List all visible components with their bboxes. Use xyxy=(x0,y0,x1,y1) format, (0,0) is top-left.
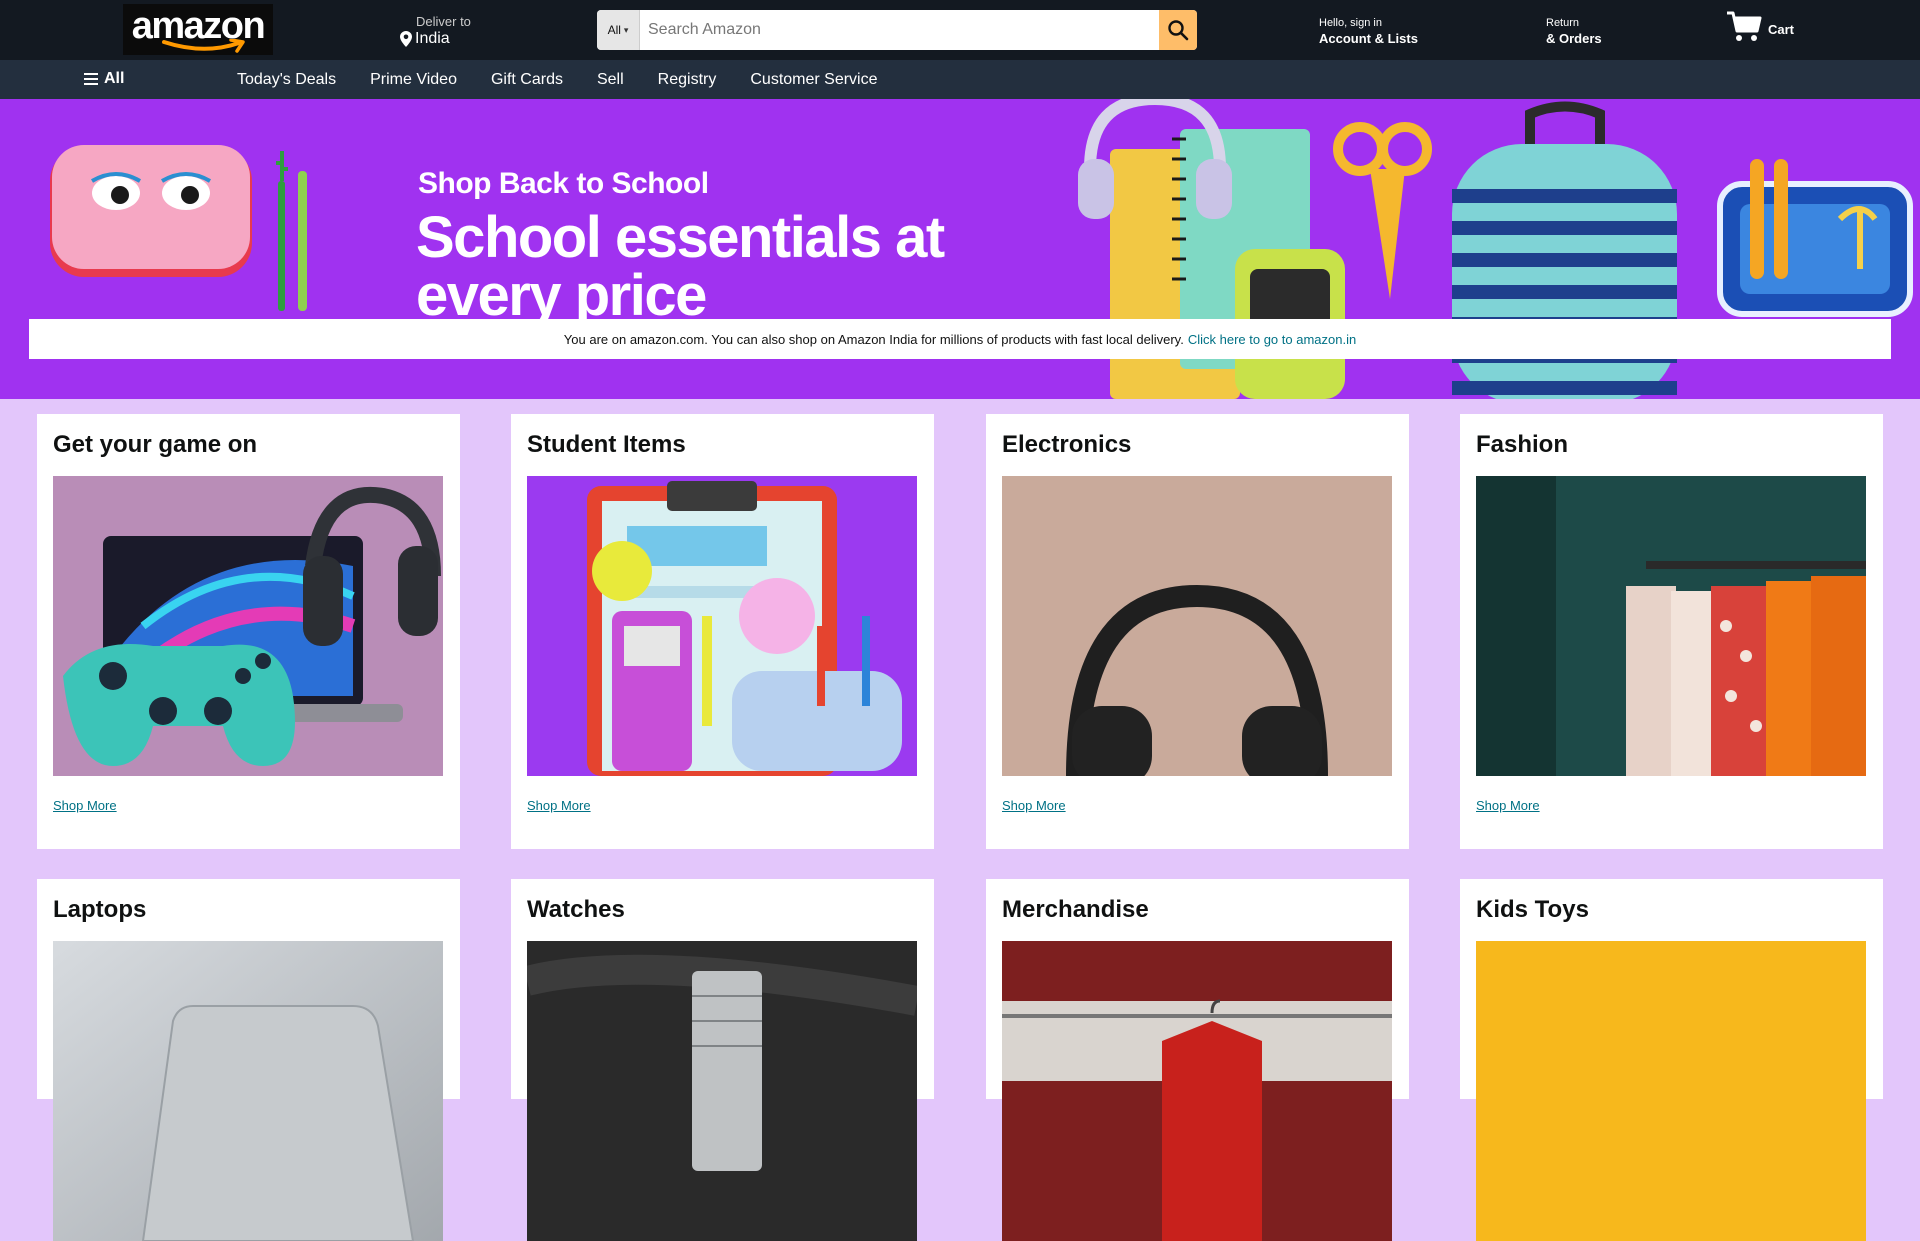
locale-notice-text: You are on amazon.com. You can also shop… xyxy=(563,331,1184,347)
nav-link-customer-service[interactable]: Customer Service xyxy=(750,71,877,89)
category-card-merchandise: Merchandise xyxy=(986,879,1409,1241)
hamburger-icon xyxy=(84,73,98,85)
returns-label: Return xyxy=(1546,17,1580,29)
location-pin-icon xyxy=(400,31,412,47)
returns-orders[interactable]: Return & Orders xyxy=(1546,17,1602,47)
search-input[interactable] xyxy=(640,10,1159,50)
watches-image[interactable] xyxy=(527,941,917,1241)
shop-more-link[interactable]: Shop More xyxy=(1476,798,1540,813)
account-greeting: Hello, sign in xyxy=(1319,17,1382,29)
kids-toys-image[interactable] xyxy=(1476,941,1866,1241)
card-title: Get your game on xyxy=(53,431,258,458)
account-label: Account & Lists xyxy=(1319,31,1418,46)
shop-more-link[interactable]: Shop More xyxy=(1002,798,1066,813)
pencil-case-illustration xyxy=(50,145,307,311)
card-title: Watches xyxy=(527,896,625,923)
category-card-watches: Watches xyxy=(511,879,934,1241)
hero-kicker: Shop Back to School xyxy=(418,167,709,200)
category-card-kids-toys: Kids Toys xyxy=(1460,879,1883,1241)
card-title: Fashion xyxy=(1476,431,1569,458)
card-title: Student Items xyxy=(527,431,686,458)
deliver-label: Deliver to xyxy=(416,14,471,29)
category-card-electronics: Electronics Shop More xyxy=(986,414,1409,849)
all-menu-label: All xyxy=(104,70,125,87)
category-card-student-items: Student Items Shop More xyxy=(511,414,934,849)
smile-arrow-icon xyxy=(162,38,245,53)
gaming-image[interactable] xyxy=(53,476,443,776)
search-category-label: All xyxy=(607,23,621,37)
card-title: Laptops xyxy=(53,896,147,923)
nav-link-sell[interactable]: Sell xyxy=(597,71,624,89)
deliver-to[interactable]: Deliver to India xyxy=(400,14,471,48)
deliver-location: India xyxy=(415,30,450,47)
amazon-logo[interactable]: amazon xyxy=(123,4,273,55)
nav-link-gift-cards[interactable]: Gift Cards xyxy=(491,71,563,89)
category-card-fashion: Fashion Shop More xyxy=(1460,414,1883,849)
electronics-image[interactable] xyxy=(1002,476,1392,776)
nav-link-todays-deals[interactable]: Today's Deals xyxy=(237,71,336,89)
cart-button[interactable]: Cart xyxy=(1726,10,1794,44)
merchandise-image[interactable] xyxy=(1002,941,1392,1241)
card-title: Kids Toys xyxy=(1476,896,1589,923)
search-icon xyxy=(1168,20,1189,41)
logo-text: amazon xyxy=(131,4,266,47)
hero-headline: School essentials at every price xyxy=(416,205,945,328)
student-items-image[interactable] xyxy=(527,476,917,776)
cart-label: Cart xyxy=(1768,22,1795,37)
cart-icon xyxy=(1727,11,1762,41)
card-title: Electronics xyxy=(1002,431,1132,458)
nav-bar: All Today's Deals Prime Video Gift Cards… xyxy=(0,60,1920,99)
orders-label: & Orders xyxy=(1546,31,1602,46)
category-card-gaming: Get your game on Shop More xyxy=(37,414,460,849)
chevron-down-icon: ▾ xyxy=(623,24,629,35)
search-category-select[interactable]: All ▾ xyxy=(597,10,640,50)
category-card-laptops: Laptops xyxy=(37,879,460,1241)
locale-notice: You are on amazon.com. You can also shop… xyxy=(29,319,1891,359)
shop-more-link[interactable]: Shop More xyxy=(527,798,591,813)
laptops-image[interactable] xyxy=(53,941,443,1241)
search-bar: All ▾ xyxy=(597,10,1197,50)
search-button[interactable] xyxy=(1159,10,1197,50)
nav-links: Today's Deals Prime Video Gift Cards Sel… xyxy=(237,71,878,89)
amazon-in-link[interactable]: Click here to go to amazon.in xyxy=(1188,332,1356,347)
nav-link-prime-video[interactable]: Prime Video xyxy=(370,71,457,89)
shop-more-link[interactable]: Shop More xyxy=(53,798,117,813)
nav-link-registry[interactable]: Registry xyxy=(658,71,717,89)
card-title: Merchandise xyxy=(1002,896,1149,923)
fashion-image[interactable] xyxy=(1476,476,1866,776)
top-header: amazon Deliver to India All ▾ Search Ama… xyxy=(0,0,1920,60)
account-lists[interactable]: Hello, sign in Account & Lists xyxy=(1319,17,1418,47)
all-menu-button[interactable]: All xyxy=(84,70,124,88)
hero-banner[interactable]: Shop Back to School School essentials at… xyxy=(0,99,1920,399)
